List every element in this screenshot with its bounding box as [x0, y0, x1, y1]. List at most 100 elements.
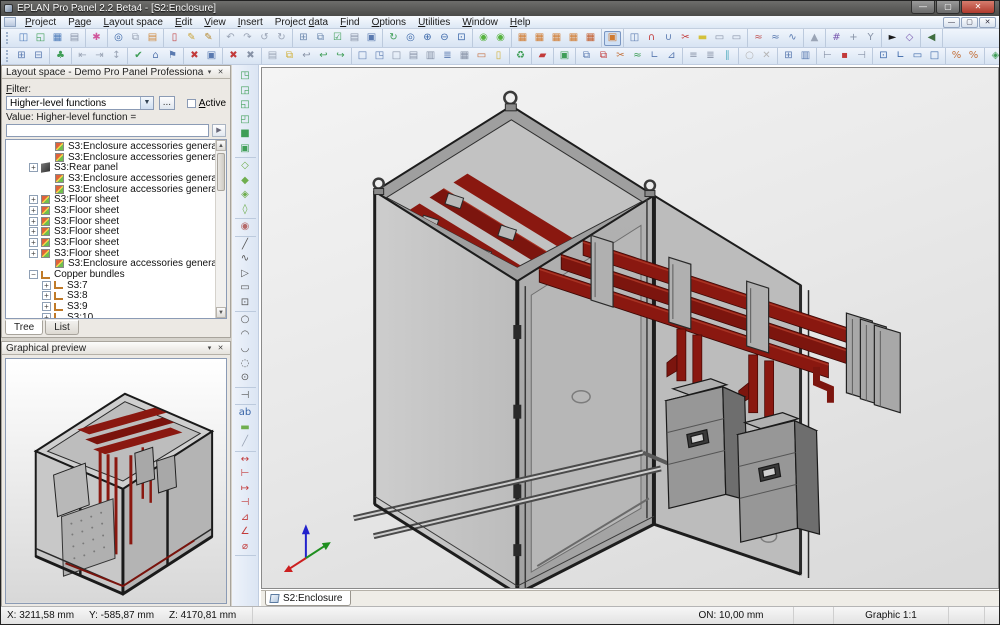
layout-view-nw-icon[interactable]: ◰	[236, 113, 254, 128]
dim-datum-icon[interactable]: ⊢	[236, 467, 254, 482]
scroll-thumb[interactable]	[217, 153, 225, 191]
draw-arc-bottom-icon[interactable]: ◡	[236, 342, 254, 357]
mounting-rail-icon[interactable]: ≡	[685, 49, 702, 64]
menu-page[interactable]: Page	[62, 16, 97, 29]
view-angle-4-icon[interactable]: ◊	[236, 203, 254, 218]
expand-icon[interactable]: +	[29, 238, 38, 247]
device-rows-icon[interactable]: ▤	[405, 49, 422, 64]
check-project-icon[interactable]: ✔	[130, 49, 147, 64]
preview-close-icon[interactable]: ✕	[215, 343, 226, 353]
collapse-icon[interactable]: −	[29, 270, 38, 279]
toolbar-grip[interactable]	[6, 50, 8, 61]
edit-part-icon[interactable]: ✎	[200, 31, 217, 46]
dim-triangle-icon[interactable]: ⊿	[236, 511, 254, 526]
cone-view-icon[interactable]: ▲	[806, 31, 823, 46]
expand-icon[interactable]: +	[29, 217, 38, 226]
tree-item[interactable]: +S3:8	[6, 291, 215, 302]
note-icon[interactable]: ▬	[694, 31, 711, 46]
toolbar-grip[interactable]	[6, 32, 10, 45]
terminal-icon[interactable]: ▭	[473, 49, 490, 64]
check-icon[interactable]: ☑	[329, 31, 346, 46]
redo-list-icon[interactable]: ↻	[273, 31, 290, 46]
dim-mark-icon[interactable]: ▪	[836, 49, 853, 64]
close-button[interactable]: ✕	[961, 1, 995, 14]
value-input[interactable]	[6, 124, 209, 137]
page-list-icon[interactable]: ▤	[66, 31, 83, 46]
busbar-item-icon[interactable]: ▯	[490, 49, 507, 64]
filter-dropdown[interactable]: Higher-level functions ▼	[6, 96, 154, 110]
new-placement-icon[interactable]: ▣	[203, 49, 220, 64]
properties-icon[interactable]: ▤	[346, 31, 363, 46]
menu-help[interactable]: Help	[504, 16, 537, 29]
expand-icon[interactable]: +	[29, 163, 38, 172]
layout-space-open-icon[interactable]: ◱	[32, 31, 49, 46]
wire-duct-icon[interactable]: ∥	[719, 49, 736, 64]
page-back-icon[interactable]: ⊞	[13, 49, 30, 64]
tree-item[interactable]: +S3:Floor sheet	[6, 194, 215, 205]
menu-project-data[interactable]: Project data	[269, 16, 334, 29]
menu-view[interactable]: View	[198, 16, 232, 29]
tab-list[interactable]: List	[45, 320, 79, 335]
edit-properties-icon[interactable]: ✎	[183, 31, 200, 46]
dim-angle-icon[interactable]: ∠	[236, 525, 254, 540]
filter-browse-button[interactable]: ...	[159, 96, 175, 110]
mdi-minimize-button[interactable]: —	[943, 17, 960, 28]
copy-blue-icon[interactable]: ⧉	[578, 49, 595, 64]
dim-right-icon[interactable]: ⊣	[853, 49, 870, 64]
scroll-up-icon[interactable]: ▲	[216, 140, 226, 151]
scale-1-icon[interactable]: %	[948, 49, 965, 64]
layout-view-se-icon[interactable]: ◲	[236, 84, 254, 99]
expand-icon[interactable]: +	[42, 313, 51, 318]
goto-counterpart-icon[interactable]: ↕	[108, 49, 125, 64]
zoom-in-icon[interactable]: ⊕	[419, 31, 436, 46]
view-next-icon[interactable]: ◉	[492, 31, 509, 46]
parts-list-icon[interactable]: ⊞	[780, 49, 797, 64]
step-forward-icon[interactable]: ↪	[332, 49, 349, 64]
grid-2-icon[interactable]: ▦	[531, 31, 548, 46]
magnet-icon[interactable]: ∩	[643, 31, 660, 46]
grid-5-icon[interactable]: ▦	[582, 31, 599, 46]
dim-continued-icon[interactable]: ↦	[236, 482, 254, 497]
expand-icon[interactable]: +	[29, 227, 38, 236]
box-3d-icon[interactable]: ▣	[556, 49, 573, 64]
scroll-down-icon[interactable]: ▼	[216, 307, 226, 318]
tree-item[interactable]: +S3:Rear panel	[6, 162, 215, 173]
step-back-icon[interactable]: ↩	[315, 49, 332, 64]
delete-2-icon[interactable]: ✖	[225, 49, 242, 64]
status-resize-grip[interactable]	[985, 607, 999, 624]
grid-4-icon[interactable]: ▦	[565, 31, 582, 46]
note-tool-icon[interactable]: ▬	[236, 421, 254, 436]
draw-polyline-icon[interactable]: ∿	[236, 252, 254, 267]
goto-last-icon[interactable]: ⇥	[91, 49, 108, 64]
align-1-icon[interactable]: ≈	[750, 31, 767, 46]
dim-left-icon[interactable]: ⊢	[819, 49, 836, 64]
cross-off-icon[interactable]: ✕	[758, 49, 775, 64]
draw-arc-top-icon[interactable]: ◠	[236, 328, 254, 343]
draw-line-icon[interactable]: ╱	[236, 238, 254, 253]
zoom-page-icon[interactable]: ◎	[402, 31, 419, 46]
tree-item[interactable]: S3:Enclosure accessories general	[6, 184, 215, 195]
page-forward-icon[interactable]: ⊟	[30, 49, 47, 64]
design-grid-icon[interactable]: #	[828, 31, 845, 46]
value-apply-button[interactable]: ▶	[212, 124, 226, 137]
menu-options[interactable]: Options	[366, 16, 412, 29]
tree-item[interactable]: S3:Enclosure accessories general	[6, 259, 215, 270]
cut-out-icon[interactable]: ✂	[612, 49, 629, 64]
tree-item[interactable]: +S3:Floor sheet	[6, 227, 215, 238]
viewport-3d[interactable]: S2:Enclosure	[259, 65, 1000, 608]
layout-view-frame-icon[interactable]: ▣	[236, 142, 254, 157]
rotation-point-icon[interactable]: ◉	[236, 220, 254, 235]
trim-icon[interactable]: ✂	[677, 31, 694, 46]
layout-view-solid-icon[interactable]: ■	[236, 127, 254, 142]
stretch-icon[interactable]: Y	[862, 31, 879, 46]
mounting-rail-2-icon[interactable]: ≣	[702, 49, 719, 64]
goto-first-icon[interactable]: ⇤	[74, 49, 91, 64]
align-3-icon[interactable]: ∿	[784, 31, 801, 46]
redo-icon[interactable]: ↷	[239, 31, 256, 46]
revert-icon[interactable]: ↩	[298, 49, 315, 64]
expand-icon[interactable]: +	[42, 281, 51, 290]
draw-circle-icon[interactable]: ○	[236, 313, 254, 328]
device-corner-icon[interactable]: ◳	[371, 49, 388, 64]
menu-project[interactable]: Project	[19, 16, 62, 29]
tree-item[interactable]: +S3:Floor sheet	[6, 237, 215, 248]
